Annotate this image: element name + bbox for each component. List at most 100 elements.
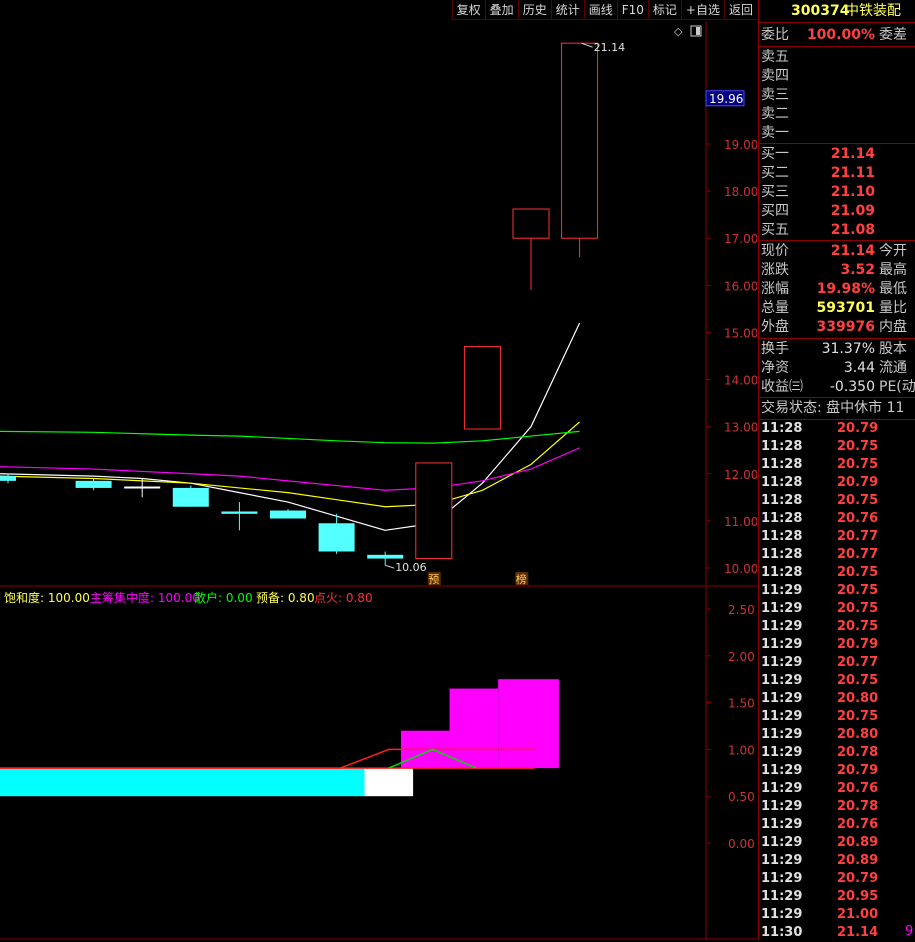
stat-row: 现价 21.14 今开 — [759, 242, 915, 261]
tick-time: 11:29 — [761, 727, 803, 742]
window-toggle-icon-fill — [696, 27, 700, 35]
toolbar-button[interactable]: 标记 — [647, 0, 681, 20]
tick-row: 11:29 20.75 — [759, 672, 915, 690]
toolbar-button[interactable]: 返回 — [723, 0, 757, 20]
tick-row: 11:29 20.89 — [759, 852, 915, 870]
bid-row: 买一 21.14 — [759, 145, 915, 164]
toolbar-button[interactable]: +自选 — [680, 0, 724, 20]
tick-row: 11:29 20.80 — [759, 726, 915, 744]
chart-toolbar: 复权 叠加 历史 统计 画线 F10 标记 +自选 返回 — [0, 0, 757, 21]
ask-row: 卖三 — [759, 86, 915, 105]
candle-body-up[interactable] — [512, 208, 550, 239]
tick-time: 11:29 — [761, 673, 803, 688]
weicha-label: 委差 — [879, 27, 907, 43]
quote-panel: 300374 中铁装配 委比 100.00% 委差 交易状态: 盘中休市 11 … — [758, 0, 915, 940]
last-tick-volume: 9 — [905, 924, 914, 939]
stat-right-label: 量比 — [879, 300, 907, 316]
stat2-row: 收益㈢ -0.350 PE(动 — [759, 378, 915, 397]
tick-row: 11:28 20.75 — [759, 438, 915, 456]
ask-label: 卖二 — [761, 106, 789, 122]
candle-body-down[interactable] — [124, 486, 161, 489]
ask-label: 卖四 — [761, 68, 789, 84]
bid-label: 买五 — [761, 222, 789, 238]
toolbar-button[interactable]: 统计 — [550, 0, 584, 20]
tick-price: 20.95 — [837, 889, 879, 904]
bid-price: 21.10 — [830, 184, 875, 200]
chart-area[interactable]: 19.00 18.00 17.00 16.00 15.00 14.00 13.00 12.00… — [0, 21, 757, 940]
indicator-axis-label: 0.00 — [728, 837, 755, 851]
signal-marker-text: 榜 — [516, 572, 527, 586]
diamond-icon[interactable]: ◇ — [674, 25, 683, 38]
signal-marker-text: 预 — [428, 573, 439, 586]
tick-price: 21.14 — [837, 925, 879, 940]
price-axis-label: 14.00 — [724, 374, 757, 388]
weibi-value: 100.00% — [806, 27, 875, 43]
stat2-label: 净资 — [761, 360, 789, 376]
price-axis-label: 15.00 — [724, 326, 757, 340]
weibi-label: 委比 — [761, 27, 789, 43]
stat2-right-label: 股本 — [879, 341, 907, 357]
indicator-legend-item: 预备: 0.80 — [256, 591, 315, 605]
toolbar-button[interactable]: 历史 — [517, 0, 551, 20]
bid-row: 买五 21.08 — [759, 221, 915, 240]
tick-price: 20.78 — [837, 745, 879, 760]
tick-time: 11:28 — [761, 493, 803, 508]
stat-value: 339976 — [816, 319, 875, 335]
stat-label: 总量 — [761, 300, 789, 316]
candle-body-up[interactable] — [463, 346, 501, 430]
price-axis-label: 19.00 — [724, 138, 757, 152]
bid-price: 21.11 — [830, 165, 875, 181]
candle-body-up[interactable] — [561, 42, 599, 239]
toolbar-button[interactable]: 复权 — [451, 0, 485, 20]
tick-time: 11:29 — [761, 781, 803, 796]
indicator-legend-item: 点火: 0.80 — [314, 591, 373, 605]
indicator-axis-label: 1.50 — [728, 697, 755, 711]
candle-body-down[interactable] — [0, 476, 16, 481]
tick-row: 11:29 20.76 — [759, 816, 915, 834]
candle-body-down[interactable] — [318, 523, 355, 552]
toolbar-button[interactable]: 画线 — [583, 0, 617, 20]
stat-row: 外盘 339976 内盘 — [759, 318, 915, 337]
tick-row: 11:29 20.77 — [759, 654, 915, 672]
tick-row: 11:28 20.79 — [759, 474, 915, 492]
toolbar-button[interactable]: 叠加 — [484, 0, 518, 20]
candle-body-down[interactable] — [75, 480, 112, 488]
stat2-row: 换手 31.37% 股本 — [759, 340, 915, 359]
candle-body-down[interactable] — [270, 510, 306, 519]
tick-time: 11:29 — [761, 745, 803, 760]
tick-time: 11:29 — [761, 637, 803, 652]
candle-body-up[interactable] — [415, 462, 453, 560]
indicator-axis-label: 2.00 — [728, 650, 755, 664]
candle-body-down[interactable] — [367, 554, 404, 559]
high-price-label: 21.14 — [594, 41, 626, 54]
price-axis-label: 18.00 — [724, 185, 757, 199]
indicator-axis-label: 2.50 — [728, 603, 755, 617]
stat-row: 总量 593701 量比 — [759, 299, 915, 318]
candle-body-down[interactable] — [221, 511, 258, 514]
stat2-right-label: PE(动 — [879, 379, 915, 395]
tick-time: 11:29 — [761, 709, 803, 724]
tick-time: 11:29 — [761, 835, 803, 850]
tick-row: 11:29 20.75 — [759, 618, 915, 636]
ma-line — [0, 421, 580, 508]
stat-value: 21.14 — [830, 243, 875, 259]
tick-time: 11:29 — [761, 763, 803, 778]
toolbar-button[interactable]: F10 — [616, 0, 648, 20]
tick-price: 20.80 — [837, 691, 879, 706]
stat2-value: 31.37% — [821, 341, 875, 357]
tick-time: 11:29 — [761, 889, 803, 904]
tick-row: 11:30 21.14 — [759, 924, 915, 942]
tick-time: 11:29 — [761, 853, 803, 868]
tick-price: 20.79 — [837, 871, 879, 886]
stat-label: 现价 — [761, 243, 789, 259]
ask-row: 卖二 — [759, 105, 915, 124]
ask-label: 卖一 — [761, 125, 789, 141]
bid-label: 买一 — [761, 146, 789, 162]
indicator-block — [449, 688, 499, 769]
tick-row: 11:29 20.75 — [759, 600, 915, 618]
candle-body-down[interactable] — [172, 487, 209, 507]
tick-row: 11:29 20.75 — [759, 708, 915, 726]
stat2-value: 3.44 — [843, 360, 875, 376]
weibi-row: 委比 100.00% 委差 — [759, 26, 915, 45]
tick-price: 20.75 — [837, 709, 879, 724]
